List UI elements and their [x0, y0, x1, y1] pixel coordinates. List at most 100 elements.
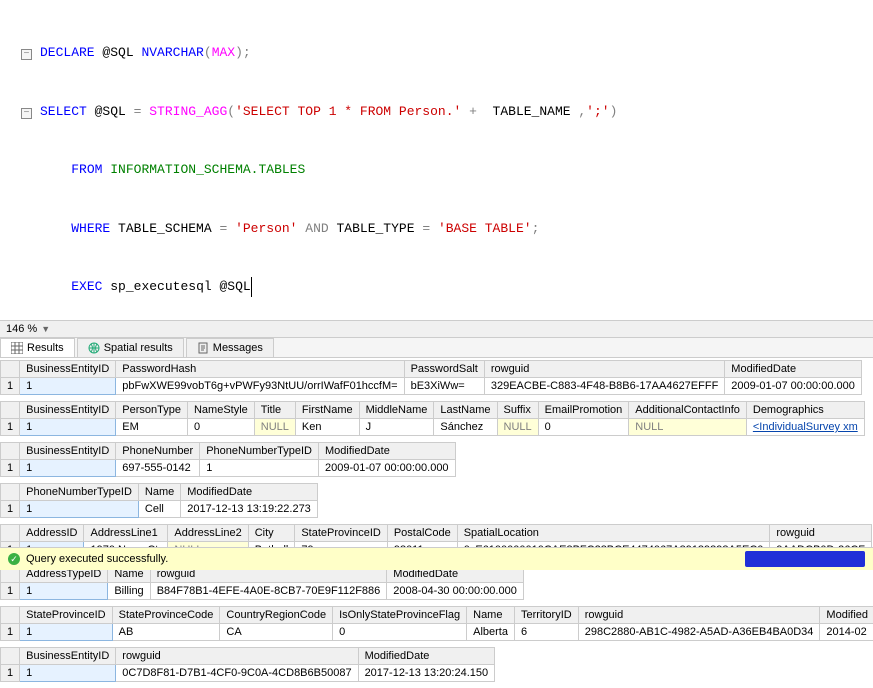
result-grid-1[interactable]: BusinessEntityIDPasswordHashPasswordSalt… [0, 360, 873, 395]
cell[interactable]: 1 [1, 419, 20, 436]
column-header[interactable]: PasswordSalt [404, 361, 484, 378]
column-header[interactable]: AddressID [20, 525, 84, 542]
column-header[interactable]: PhoneNumberTypeID [20, 484, 139, 501]
column-header[interactable]: AddressLine1 [84, 525, 168, 542]
table-row[interactable]: 11ABCA0Alberta6298C2880-AB1C-4982-A5AD-A… [1, 624, 873, 641]
column-header[interactable]: Name [467, 607, 515, 624]
column-header[interactable] [1, 648, 20, 665]
tab-messages[interactable]: Messages [186, 338, 274, 357]
cell[interactable]: EM [116, 419, 188, 436]
cell[interactable]: Ken [295, 419, 359, 436]
cell[interactable]: 0C7D8F81-D7B1-4CF0-9C0A-4CD8B6B50087 [116, 665, 358, 682]
cell[interactable]: 1 [1, 583, 20, 600]
table-row[interactable]: 110C7D8F81-D7B1-4CF0-9C0A-4CD8B6B5008720… [1, 665, 495, 682]
column-header[interactable] [1, 402, 20, 419]
column-header[interactable]: TerritoryID [514, 607, 578, 624]
column-header[interactable]: ModifiedDate [725, 361, 862, 378]
sql-editor[interactable]: − DECLARE @SQL NVARCHAR(MAX); − SELECT @… [0, 0, 873, 320]
column-header[interactable]: StateProvinceCode [112, 607, 220, 624]
tab-spatial-results[interactable]: Spatial results [77, 338, 184, 357]
result-grid-2[interactable]: BusinessEntityIDPersonTypeNameStyleTitle… [0, 401, 873, 436]
column-header[interactable]: Title [254, 402, 295, 419]
column-header[interactable] [1, 443, 20, 460]
zoom-selector[interactable]: 146 % ▼ [0, 320, 873, 338]
fold-icon[interactable]: − [21, 49, 32, 60]
cell[interactable]: 2009-01-07 00:00:00.000 [319, 460, 456, 477]
cell[interactable]: pbFwXWE99vobT6g+vPWFy93NtUU/orrIWafF01hc… [116, 378, 404, 395]
column-header[interactable]: PhoneNumberTypeID [200, 443, 319, 460]
column-header[interactable]: rowguid [116, 648, 358, 665]
column-header[interactable]: BusinessEntityID [20, 402, 116, 419]
result-grid-3[interactable]: BusinessEntityIDPhoneNumberPhoneNumberTy… [0, 442, 873, 477]
column-header[interactable]: SpatialLocation [457, 525, 770, 542]
column-header[interactable]: PersonType [116, 402, 188, 419]
fold-icon[interactable]: − [21, 108, 32, 119]
column-header[interactable]: AddressLine2 [168, 525, 248, 542]
cell[interactable]: Billing [108, 583, 150, 600]
column-header[interactable]: EmailPromotion [538, 402, 629, 419]
cell[interactable]: 298C2880-AB1C-4982-A5AD-A36EB4BA0D34 [578, 624, 820, 641]
column-header[interactable]: BusinessEntityID [20, 361, 116, 378]
column-header[interactable]: Suffix [497, 402, 538, 419]
cell[interactable]: <IndividualSurvey xm [746, 419, 864, 436]
column-header[interactable]: rowguid [578, 607, 820, 624]
column-header[interactable]: Demographics [746, 402, 864, 419]
cell[interactable]: 2009-01-07 00:00:00.000 [725, 378, 862, 395]
cell[interactable]: 1 [1, 460, 20, 477]
table-row[interactable]: 11EM0NULLKenJSánchezNULL0NULL<Individual… [1, 419, 865, 436]
cell[interactable]: 1 [20, 378, 116, 395]
cell[interactable]: AB [112, 624, 220, 641]
cell[interactable]: 1 [20, 419, 116, 436]
column-header[interactable]: ModifiedDate [319, 443, 456, 460]
column-header[interactable]: LastName [434, 402, 497, 419]
cell[interactable]: J [359, 419, 434, 436]
cell[interactable]: 1 [1, 624, 20, 641]
table-row[interactable]: 11697-555-014212009-01-07 00:00:00.000 [1, 460, 456, 477]
column-header[interactable]: StateProvinceID [20, 607, 112, 624]
cell[interactable]: 1 [1, 378, 20, 395]
column-header[interactable]: Name [138, 484, 180, 501]
column-header[interactable]: PhoneNumber [116, 443, 200, 460]
column-header[interactable]: MiddleName [359, 402, 434, 419]
column-header[interactable] [1, 607, 20, 624]
column-header[interactable]: IsOnlyStateProvinceFlag [333, 607, 467, 624]
cell[interactable]: 329EACBE-C883-4F48-B8B6-17AA4627EFFF [484, 378, 724, 395]
cell[interactable]: CA [220, 624, 333, 641]
column-header[interactable] [1, 361, 20, 378]
column-header[interactable] [1, 484, 20, 501]
cell[interactable]: 1 [20, 460, 116, 477]
tab-results[interactable]: Results [0, 338, 75, 357]
column-header[interactable]: PostalCode [387, 525, 457, 542]
table-row[interactable]: 11pbFwXWE99vobT6g+vPWFy93NtUU/orrIWafF01… [1, 378, 862, 395]
column-header[interactable]: Modified [820, 607, 873, 624]
column-header[interactable]: CountryRegionCode [220, 607, 333, 624]
column-header[interactable]: AdditionalContactInfo [629, 402, 747, 419]
cell[interactable]: bE3XiWw= [404, 378, 484, 395]
column-header[interactable]: ModifiedDate [181, 484, 318, 501]
column-header[interactable]: FirstName [295, 402, 359, 419]
cell[interactable]: Sánchez [434, 419, 497, 436]
column-header[interactable]: rowguid [770, 525, 872, 542]
column-header[interactable]: PasswordHash [116, 361, 404, 378]
cell[interactable]: 1 [20, 624, 112, 641]
result-grid-6[interactable]: AddressTypeIDNamerowguidModifiedDate11Bi… [0, 565, 873, 600]
table-row[interactable]: 11BillingB84F78B1-4EFE-4A0E-8CB7-70E9F11… [1, 583, 524, 600]
cell[interactable]: 1 [1, 501, 20, 518]
cell[interactable]: Alberta [467, 624, 515, 641]
column-header[interactable]: BusinessEntityID [20, 648, 116, 665]
cell[interactable]: Cell [138, 501, 180, 518]
column-header[interactable]: ModifiedDate [358, 648, 495, 665]
cell[interactable]: 2014-02 [820, 624, 873, 641]
column-header[interactable]: City [248, 525, 295, 542]
cell[interactable]: NULL [497, 419, 538, 436]
column-header[interactable]: BusinessEntityID [20, 443, 116, 460]
result-grid-4[interactable]: PhoneNumberTypeIDNameModifiedDate11Cell2… [0, 483, 873, 518]
cell[interactable]: 6 [514, 624, 578, 641]
column-header[interactable]: NameStyle [187, 402, 254, 419]
cell[interactable]: 2017-12-13 13:20:24.150 [358, 665, 495, 682]
cell[interactable]: 0 [333, 624, 467, 641]
cell[interactable]: 2008-04-30 00:00:00.000 [387, 583, 524, 600]
column-header[interactable] [1, 525, 20, 542]
cell[interactable]: 1 [200, 460, 319, 477]
cell[interactable]: 0 [538, 419, 629, 436]
